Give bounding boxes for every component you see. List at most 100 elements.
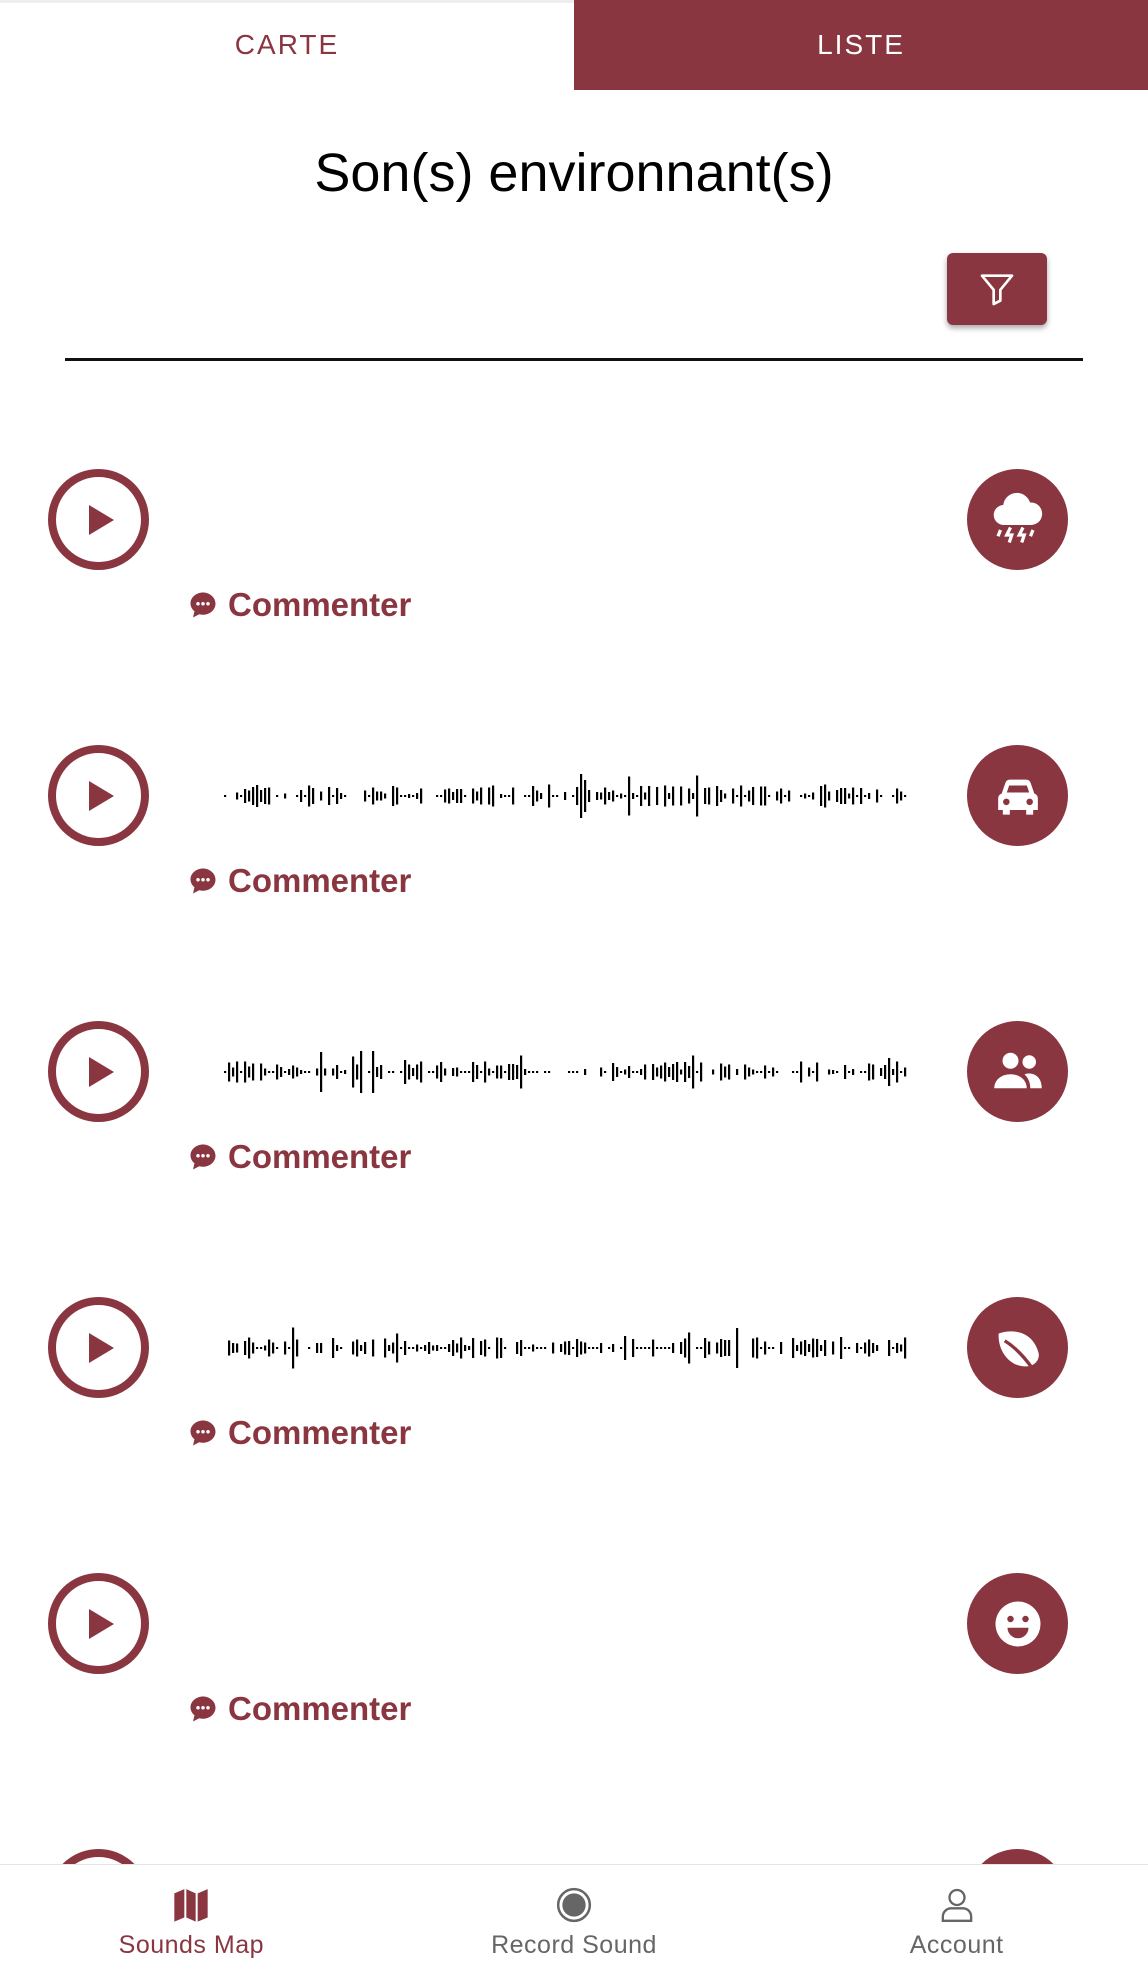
waveform-bar (500, 1338, 503, 1358)
list-item: Commenter (0, 1021, 1148, 1221)
waveform-bar (400, 795, 403, 797)
waveform-bar (488, 1068, 491, 1076)
waveform-bar (752, 1069, 755, 1075)
filter-button[interactable] (947, 253, 1047, 325)
waveform-bar (524, 1347, 527, 1349)
waveform-bar (624, 795, 627, 797)
tab-carte[interactable]: CARTE (0, 0, 574, 90)
category-button[interactable] (967, 1021, 1068, 1122)
waveform-bar (548, 784, 551, 808)
waveform-bar (224, 1071, 227, 1073)
waveform-bar (224, 795, 227, 797)
waveform-bar (648, 1347, 651, 1349)
waveform-bar (264, 1345, 267, 1351)
waveform-bar (412, 795, 415, 797)
waveform-bar (824, 1340, 827, 1356)
waveform-bar (588, 790, 591, 802)
waveform-bar (640, 786, 643, 806)
waveform-bar (640, 1347, 643, 1349)
waveform-bar (876, 789, 879, 803)
waveform-bar (320, 791, 323, 801)
waveform-bar (844, 1065, 847, 1079)
waveform-bar (604, 1071, 607, 1073)
waveform-bar (808, 795, 811, 797)
waveform-bar (848, 1071, 851, 1073)
waveform-bar (728, 1340, 731, 1356)
waveform-bar (576, 787, 579, 805)
waveform-bar (456, 1067, 459, 1077)
nav-sounds-map[interactable]: Sounds Map (0, 1865, 383, 1978)
waveform-bar (356, 1064, 359, 1080)
tab-liste[interactable]: LISTE (574, 0, 1148, 90)
waveform-bar (536, 790, 539, 802)
play-button[interactable] (48, 745, 149, 846)
waveform-bar (352, 1341, 355, 1355)
waveform-bar (844, 788, 847, 804)
play-button[interactable] (48, 1297, 149, 1398)
waveform-bar (380, 791, 383, 801)
waveform-bar (620, 1347, 623, 1349)
waveform-bar (328, 787, 331, 805)
waveform-bar (364, 1342, 367, 1354)
chat-bubble-icon (190, 868, 216, 894)
waveform-bar (336, 788, 339, 804)
waveform-bar (888, 1058, 891, 1086)
waveform-bar (228, 1340, 231, 1356)
waveform-bar (724, 1066, 727, 1078)
waveform-bar (612, 1063, 615, 1081)
waveform-bar (284, 1071, 287, 1073)
play-icon (88, 1608, 114, 1639)
waveform-bar (420, 788, 423, 804)
play-icon (88, 1332, 114, 1363)
waveform-bar (724, 793, 727, 799)
waveform-bar (612, 790, 615, 802)
waveform-bar (812, 1071, 815, 1073)
waveform-bar (640, 1069, 643, 1075)
waveform-bar (404, 1060, 407, 1084)
category-button[interactable] (967, 1573, 1068, 1674)
waveform-bar (468, 1346, 471, 1350)
waveform-bar (896, 1343, 899, 1353)
waveform-bar (644, 1064, 647, 1080)
comment-button[interactable]: Commenter (188, 1138, 411, 1176)
waveform-bar (452, 1340, 455, 1356)
waveform-bar (888, 1340, 891, 1356)
waveform-bar (372, 787, 375, 805)
waveform-bar (892, 1069, 895, 1075)
category-button[interactable] (967, 745, 1068, 846)
waveform-bar (592, 1347, 595, 1349)
waveform-bar (252, 1342, 255, 1354)
waveform-bar (784, 795, 787, 797)
category-button[interactable] (967, 1297, 1068, 1398)
comment-button[interactable]: Commenter (188, 586, 411, 624)
play-button[interactable] (48, 1573, 149, 1674)
waveform-bar (572, 1071, 575, 1073)
waveform-bar (540, 793, 543, 799)
category-button[interactable] (967, 469, 1068, 570)
waveform-bar (840, 788, 843, 804)
waveform-bar (276, 795, 279, 797)
waveform-bar (704, 788, 707, 804)
waveform-bar (772, 1347, 775, 1349)
waveform-bar (800, 1061, 803, 1083)
comment-button[interactable]: Commenter (188, 1690, 411, 1728)
nav-record-sound[interactable]: Record Sound (383, 1865, 766, 1978)
waveform-bar (332, 1338, 335, 1358)
comment-button[interactable]: Commenter (188, 1414, 411, 1452)
waveform-bar (724, 1340, 727, 1356)
waveform-bar (416, 1064, 419, 1080)
waveform-bar (564, 1341, 567, 1355)
waveform-bar (532, 786, 535, 806)
waveform-bar (372, 1339, 375, 1357)
waveform-bar (464, 1071, 467, 1073)
waveform-bar (260, 790, 263, 802)
waveform-bar (536, 1071, 539, 1073)
comment-button[interactable]: Commenter (188, 862, 411, 900)
waveform-bar (756, 1337, 759, 1359)
waveform-bar (680, 786, 683, 806)
waveform-bar (236, 792, 239, 800)
play-button[interactable] (48, 1021, 149, 1122)
play-button[interactable] (48, 469, 149, 570)
nav-account[interactable]: Account (765, 1865, 1148, 1978)
waveform-bar (604, 787, 607, 805)
